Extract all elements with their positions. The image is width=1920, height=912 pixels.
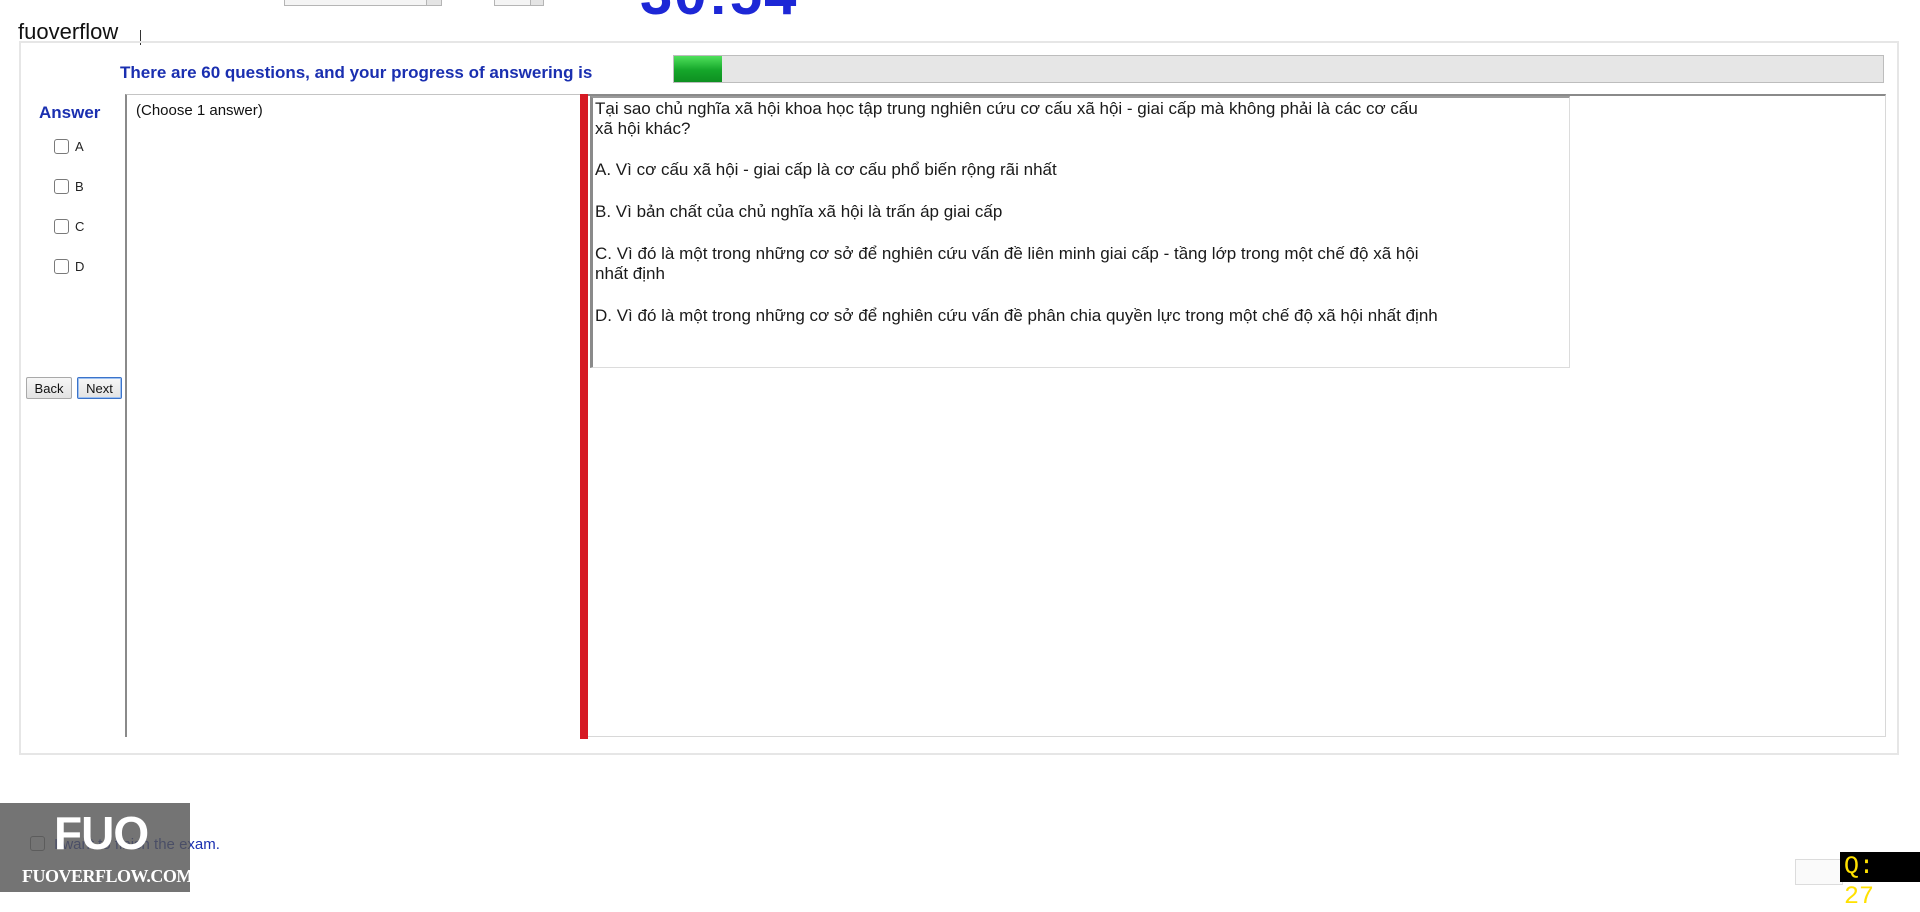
answer-checkbox-a[interactable] xyxy=(54,139,69,154)
answer-option-label: B xyxy=(75,179,84,194)
progress-bar xyxy=(673,55,1884,83)
answer-option-label: A xyxy=(75,139,84,154)
countdown-timer: 30:54 xyxy=(640,0,798,24)
watermark-site: FUOVERFLOW.COM xyxy=(22,866,193,886)
bottom-input-field[interactable] xyxy=(1795,859,1843,885)
question-option-d: D. Vì đó là một trong những cơ sở để ngh… xyxy=(595,306,1438,325)
spinner-arrow[interactable] xyxy=(530,0,543,5)
answer-option-label: D xyxy=(75,259,85,274)
question-stem-line-2: xã hội khác? xyxy=(595,119,691,138)
choose-answer-panel xyxy=(125,94,581,737)
answer-checkbox-b[interactable] xyxy=(54,179,69,194)
combo-dropdown-arrow[interactable] xyxy=(426,0,441,5)
answer-option-b[interactable]: B xyxy=(54,179,84,194)
next-button[interactable]: Next xyxy=(77,377,122,399)
question-option-b: B. Vì bản chất của chủ nghĩa xã hội là t… xyxy=(595,202,1003,221)
watermark-logo: FUO xyxy=(54,807,149,859)
answer-option-a[interactable]: A xyxy=(54,139,84,154)
answer-option-label: C xyxy=(75,219,85,234)
question-option-c-line-2: nhất định xyxy=(595,264,665,283)
exam-code-combo[interactable] xyxy=(284,0,442,6)
answer-title: Answer xyxy=(39,103,101,122)
progress-bar-fill xyxy=(674,56,723,82)
question-stem-line-1: Tại sao chủ nghĩa xã hội khoa học tập tr… xyxy=(595,99,1418,118)
answer-checkbox-c[interactable] xyxy=(54,219,69,234)
answer-checkbox-d[interactable] xyxy=(54,259,69,274)
panel-splitter[interactable] xyxy=(580,94,588,739)
back-button[interactable]: Back xyxy=(26,377,72,399)
question-option-a: A. Vì cơ cấu xã hội - giai cấp là cơ cấu… xyxy=(595,160,1057,179)
font-size-spinner[interactable] xyxy=(494,0,544,6)
question-counter-badge: Q: 27 xyxy=(1840,852,1920,911)
answer-option-c[interactable]: C xyxy=(54,219,84,234)
answer-option-d[interactable]: D xyxy=(54,259,84,274)
question-option-c-line-1: C. Vì đó là một trong những cơ sở để ngh… xyxy=(595,244,1419,263)
progress-label: There are 60 questions, and your progres… xyxy=(120,63,593,82)
choose-answer-hint: (Choose 1 answer) xyxy=(136,102,263,119)
